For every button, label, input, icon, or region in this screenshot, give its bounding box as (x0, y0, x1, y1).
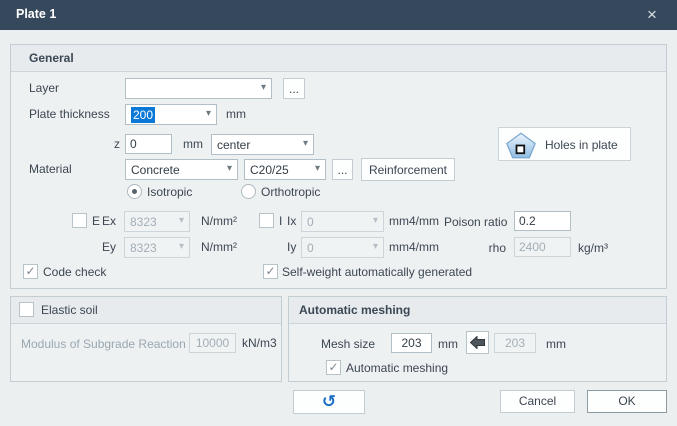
poison-ratio-label: Poison ratio (444, 212, 506, 232)
orthotropic-radio[interactable] (241, 184, 256, 199)
z-align-select[interactable]: center ▾ (211, 134, 314, 155)
chevron-down-icon: ▾ (227, 163, 232, 174)
ey-select: 8323 ▾ (124, 237, 190, 258)
modulus-unit: kN/m3 (242, 333, 277, 353)
copy-mesh-size-button[interactable] (466, 331, 489, 354)
isotropic-radio[interactable] (127, 184, 142, 199)
radio-dot (132, 189, 137, 194)
arrow-left-icon (467, 336, 488, 349)
ey-unit: N/mm² (201, 237, 237, 257)
mesh-size-linked-input (494, 333, 536, 353)
self-weight-checkbox[interactable]: ✓ (263, 264, 278, 279)
dialog-title: Plate 1 (16, 7, 56, 21)
elastic-soil-label: Elastic soil (41, 300, 98, 320)
modulus-label: Modulus of Subgrade Reaction (21, 334, 186, 354)
iy-unit: mm4/mm (389, 237, 439, 257)
automatic-meshing-label: Automatic meshing (346, 358, 448, 378)
chevron-down-icon: ▾ (206, 108, 211, 119)
chevron-down-icon: ▾ (303, 138, 308, 149)
plate-thickness-unit: mm (226, 104, 246, 124)
e-label: E (92, 211, 100, 231)
orthotropic-label: Orthotropic (261, 182, 320, 202)
material-grade-value: C20/25 (250, 162, 289, 178)
automatic-meshing-title: Automatic meshing (299, 303, 410, 317)
material-grade-select[interactable]: C20/25 ▾ (244, 159, 326, 180)
elastic-soil-group: Elastic soil Modulus of Subgrade Reactio… (10, 296, 282, 382)
ex-value: 8323 (130, 214, 157, 230)
layer-browse-button[interactable]: ... (283, 78, 305, 99)
check-icon: ✓ (25, 264, 35, 278)
ix-unit: mm4/mm (389, 211, 439, 231)
mesh-size-linked-unit: mm (546, 334, 566, 354)
chevron-down-icon: ▾ (179, 241, 184, 252)
chevron-down-icon: ▾ (373, 241, 378, 252)
mesh-size-label: Mesh size (321, 334, 375, 354)
z-align-value: center (217, 137, 250, 153)
code-check-label: Code check (43, 262, 106, 282)
holes-in-plate-button[interactable]: Holes in plate (498, 127, 631, 161)
check-icon: ✓ (328, 360, 338, 374)
general-group: General Layer ▾ ... Hole (10, 44, 667, 289)
iy-value: 0 (307, 240, 314, 256)
material-label: Material (29, 159, 72, 179)
i-label: I (279, 211, 282, 231)
chevron-down-icon: ▾ (179, 215, 184, 226)
plate-dialog: Plate 1 × General Layer ▾ ... (0, 0, 677, 426)
poison-ratio-input[interactable] (514, 211, 571, 231)
elastic-soil-header: Elastic soil (11, 297, 281, 324)
ix-select: 0 ▾ (301, 211, 384, 232)
elastic-soil-checkbox[interactable] (19, 302, 34, 317)
plate-thickness-select[interactable]: 200 ▾ (125, 104, 217, 125)
rho-label: rho (444, 238, 506, 258)
chevron-down-icon: ▾ (373, 215, 378, 226)
automatic-meshing-checkbox[interactable]: ✓ (326, 360, 341, 375)
ix-value: 0 (307, 214, 314, 230)
plate-thickness-value: 200 (131, 107, 155, 123)
ok-button[interactable]: OK (587, 390, 667, 413)
isotropic-label: Isotropic (147, 182, 192, 202)
check-icon: ✓ (265, 264, 275, 278)
iy-label: Iy (287, 237, 296, 257)
z-label: z (114, 134, 120, 154)
chevron-down-icon: ▾ (315, 163, 320, 174)
mesh-size-input[interactable] (391, 333, 432, 353)
undo-button[interactable]: ↺ (293, 390, 365, 414)
undo-icon: ↺ (322, 392, 336, 411)
general-group-title: General (29, 51, 74, 65)
layer-select[interactable]: ▾ (125, 78, 272, 99)
rho-input (514, 237, 571, 257)
plate-thickness-label: Plate thickness (29, 104, 110, 124)
rho-unit: kg/m³ (578, 238, 608, 258)
general-group-header: General (11, 45, 666, 72)
cancel-button[interactable]: Cancel (500, 390, 575, 413)
chevron-down-icon: ▾ (261, 82, 266, 93)
code-check-checkbox[interactable]: ✓ (23, 264, 38, 279)
reinforcement-button[interactable]: Reinforcement (361, 158, 455, 181)
ix-label: Ix (287, 211, 296, 231)
ey-label: Ey (102, 237, 116, 257)
material-type-select[interactable]: Concrete ▾ (125, 159, 238, 180)
z-unit: mm (183, 134, 203, 154)
i-checkbox[interactable] (259, 213, 274, 228)
ex-unit: N/mm² (201, 211, 237, 231)
dialog-titlebar: Plate 1 × (0, 0, 677, 30)
close-icon[interactable]: × (635, 0, 669, 30)
z-input[interactable] (125, 134, 172, 154)
self-weight-label: Self-weight automatically generated (282, 262, 472, 282)
ey-value: 8323 (130, 240, 157, 256)
pentagon-icon (505, 132, 537, 162)
ex-label: Ex (102, 211, 116, 231)
ex-select: 8323 ▾ (124, 211, 190, 232)
iy-select: 0 ▾ (301, 237, 384, 258)
automatic-meshing-group: Automatic meshing Mesh size mm mm ✓ Auto… (288, 296, 667, 382)
material-browse-button[interactable]: ... (332, 159, 353, 180)
mesh-size-unit: mm (438, 334, 458, 354)
holes-in-plate-label: Holes in plate (545, 136, 618, 154)
e-checkbox[interactable] (72, 213, 87, 228)
material-type-value: Concrete (131, 162, 180, 178)
modulus-input (189, 333, 236, 353)
layer-label: Layer (29, 78, 59, 98)
automatic-meshing-header: Automatic meshing (289, 297, 666, 324)
